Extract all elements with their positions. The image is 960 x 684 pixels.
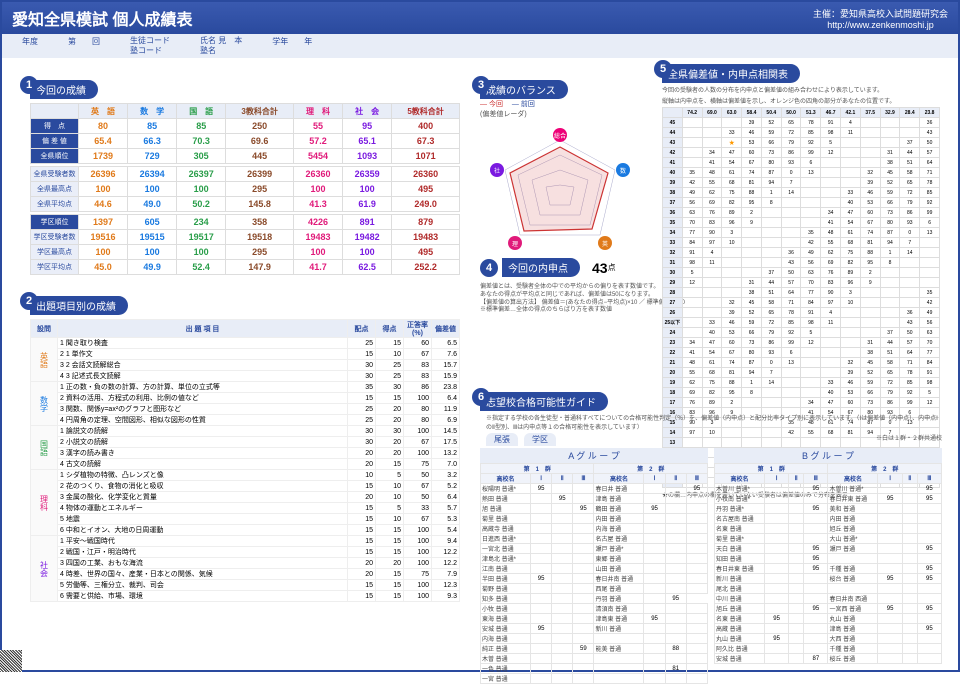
naishin-value: 43 <box>592 260 608 276</box>
badge-5-icon: 5 <box>654 60 672 78</box>
guide-groups: A グ ル ー プ第 1 群第 2 群高校名ⅠⅡⅢ高校名ⅠⅡⅢ桜陽明 普通*95… <box>480 448 942 684</box>
panel-scores: 1 今回の成績 英 語数 学国 語3教科合計理 科社 会5教科合計得 点8085… <box>30 80 460 275</box>
badge-6-icon: 6 <box>472 388 490 406</box>
panel-naishin: 4 今回の内申点 43 点 <box>480 258 650 277</box>
svg-text:理: 理 <box>512 241 518 248</box>
header-meta-row: 年度 第 回 生徒コード塾コード 氏名 見 本塾名 学年 年 <box>2 34 958 58</box>
panel4-title: 今回の内申点 <box>502 258 580 277</box>
main-title: 愛知全県模試 個人成績表 <box>12 6 192 30</box>
header: 愛知全県模試 個人成績表 主催：愛知県高校入試問題研究会 http://www.… <box>2 2 958 34</box>
panel2-title: 出題項目別の成績 <box>30 296 128 315</box>
radar-legend: ― 今回 ― 前回 (偏差値レーダ) <box>480 99 650 119</box>
svg-text:社: 社 <box>494 167 500 175</box>
svg-text:総合: 総合 <box>554 132 566 140</box>
tab-gakku: 学区 <box>524 433 556 446</box>
panel-items: 2 出題項目別の成績 設問出 題 項 目配点得点正答率(%)偏差値英語1 聞き取… <box>30 296 460 602</box>
panel5-title: 全県偏差値・内申点相関表 <box>662 64 800 83</box>
radar-chart: 総合 数 英 理 社 <box>480 125 640 265</box>
tab-owari: 尾張 <box>486 433 518 446</box>
panel6-title: 志望校合格可能性ガイド <box>480 392 608 411</box>
svg-text:数: 数 <box>620 167 626 175</box>
panel-guide: 6 志望校合格可能性ガイド ※指定する学校の各生徒型・普通科すべてについての合格… <box>480 392 942 684</box>
item-table: 設問出 題 項 目配点得点正答率(%)偏差値英語1 聞き取り検査2515606.… <box>30 319 460 602</box>
badge-4-icon: 4 <box>480 259 498 277</box>
badge-1-icon: 1 <box>20 76 38 94</box>
panel1-title: 今回の成績 <box>30 80 98 99</box>
header-subtitle: 主催：愛知県高校入試問題研究会 http://www.zenkenmoshi.j… <box>813 7 948 30</box>
svg-text:英: 英 <box>602 240 608 248</box>
panel-balance: 3 成績のバランス ― 今回 ― 前回 (偏差値レーダ) 総合 数 英 理 社 <box>480 80 650 265</box>
badge-2-icon: 2 <box>20 292 38 310</box>
guide-tabs: 尾張 学区 ※白は１群・２群共通校 <box>486 433 942 446</box>
panel6-sub: ※指定する学校の各生徒型・普通科すべてについての合格可能性判定（％）を、偏差値（… <box>486 413 942 431</box>
badge-3-icon: 3 <box>472 76 490 94</box>
qr-icon <box>0 650 22 672</box>
panel3-title: 成績のバランス <box>480 80 568 99</box>
score-table: 英 語数 学国 語3教科合計理 科社 会5教科合計得 点808585250559… <box>30 103 460 275</box>
